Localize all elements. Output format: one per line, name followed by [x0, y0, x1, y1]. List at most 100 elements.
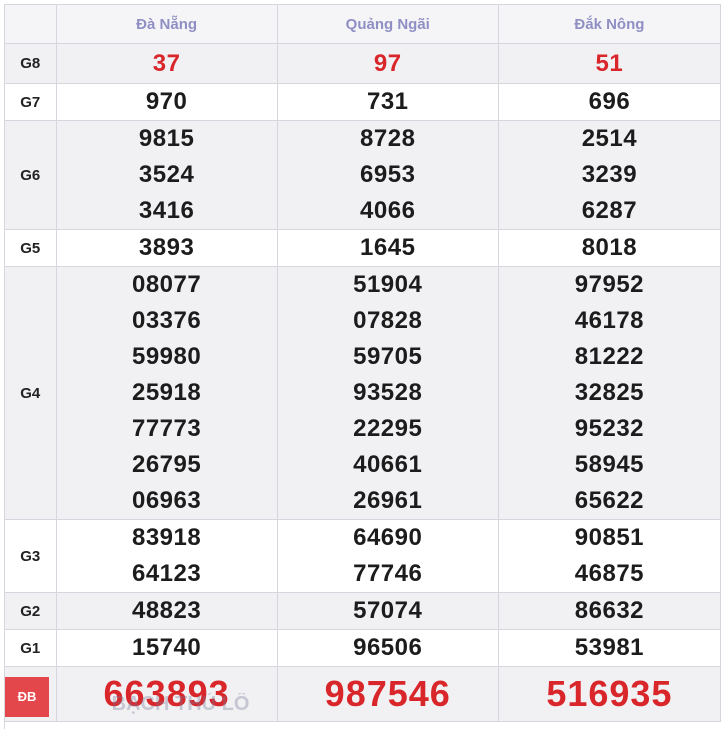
prize-number: 1645	[360, 234, 416, 261]
prize-number: 3893	[138, 234, 195, 261]
prize-row-g8: G8 37 97 51	[5, 43, 721, 84]
prize-number: 48823	[131, 597, 202, 624]
prize-number: 59980	[131, 343, 202, 370]
prize-cell: 57074	[277, 592, 499, 630]
special-prize-number: 663893	[103, 673, 230, 714]
prize-number: 3524	[138, 161, 195, 188]
prize-number: 15740	[131, 634, 202, 661]
results-table-container: Đà Nẵng Quảng Ngãi Đắk Nông G8 37 97 51 …	[4, 4, 721, 729]
prize-cell: 8728 6953 4066	[277, 120, 499, 230]
prize-cell: 08077 03376 59980 25918 77773 26795 0696…	[56, 266, 278, 520]
special-prize-number: 987546	[324, 673, 451, 714]
prize-row-g4: G4 08077 03376 59980 25918 77773 26795 0…	[5, 266, 721, 520]
prize-number: 9815	[138, 125, 195, 152]
prize-cell: 86632	[498, 592, 721, 630]
prize-number: 96506	[353, 634, 423, 661]
prize-label-g6: G6	[5, 120, 57, 230]
prize-cell: 83918 64123	[56, 519, 278, 593]
prize-number: 90851	[574, 524, 645, 551]
prize-number: 8018	[581, 234, 638, 261]
prize-number: 51904	[353, 271, 423, 298]
prize-number: 97952	[574, 271, 645, 298]
prize-label-g5: G5	[5, 229, 57, 267]
lottery-results-table: Đà Nẵng Quảng Ngãi Đắk Nông G8 37 97 51 …	[5, 5, 721, 722]
prize-number: 2514	[581, 125, 638, 152]
prize-number: 83918	[131, 524, 202, 551]
prize-label-g7: G7	[5, 83, 57, 121]
prize-cell: 53981	[498, 629, 721, 667]
prize-row-g5: G5 3893 1645 8018	[5, 229, 721, 267]
prize-row-g7: G7 970 731 696	[5, 83, 721, 121]
prize-number: 6287	[581, 197, 638, 224]
prize-label-g3: G3	[5, 519, 57, 593]
prize-row-g3: G3 83918 64123 64690 77746 90851 46875	[5, 519, 721, 593]
prize-cell: 2514 3239 6287	[498, 120, 721, 230]
prize-label-g4: G4	[5, 266, 57, 520]
prize-number: 22295	[353, 415, 423, 442]
prize-row-g6: G6 9815 3524 3416 8728 6953 4066 2514 32…	[5, 120, 721, 230]
prize-cell: 48823	[56, 592, 278, 630]
prize-cell: 696	[498, 83, 721, 121]
prize-cell: 64690 77746	[277, 519, 499, 593]
prize-cell: 97952 46178 81222 32825 95232 58945 6562…	[498, 266, 721, 520]
prize-row-g2: G2 48823 57074 86632	[5, 592, 721, 630]
prize-number: 3239	[581, 161, 638, 188]
prize-number: 25918	[131, 379, 202, 406]
prize-number: 81222	[574, 343, 645, 370]
prize-number: 696	[588, 88, 631, 115]
prize-cell: 9815 3524 3416	[56, 120, 278, 230]
prize-number: 97	[373, 50, 402, 77]
prize-number: 77773	[131, 415, 202, 442]
prize-number: 3416	[138, 197, 195, 224]
prize-number: 51	[595, 50, 624, 77]
prize-number: 40661	[353, 451, 423, 478]
prize-cell: 90851 46875	[498, 519, 721, 593]
prize-number: 57074	[353, 597, 423, 624]
province-header-quang-ngai[interactable]: Quảng Ngãi	[277, 5, 499, 44]
prize-cell: 8018	[498, 229, 721, 267]
prize-number: 77746	[353, 560, 423, 587]
prize-number: 59705	[353, 343, 423, 370]
prize-number: 95232	[574, 415, 645, 442]
prize-cell: 15740	[56, 629, 278, 667]
special-prize-number: 516935	[546, 673, 673, 714]
prize-number: 46178	[574, 307, 645, 334]
prize-number: 32825	[574, 379, 645, 406]
province-header-da-nang[interactable]: Đà Nẵng	[56, 5, 278, 44]
prize-label-g8: G8	[5, 43, 57, 84]
province-header-dak-nong[interactable]: Đắk Nông	[498, 5, 721, 44]
prize-number: 4066	[360, 197, 416, 224]
prize-number: 37	[152, 50, 181, 77]
prize-number: 64690	[353, 524, 423, 551]
prize-cell: 731	[277, 83, 499, 121]
prize-number: 53981	[574, 634, 645, 661]
prize-row-g1: G1 15740 96506 53981	[5, 629, 721, 667]
prize-number: 64123	[131, 560, 202, 587]
prize-row-special: ĐB 663893 BẠCH THỦ LÔ 987546 516935	[5, 666, 721, 722]
prize-number: 86632	[574, 597, 645, 624]
prize-number: 03376	[131, 307, 202, 334]
prize-cell: 96506	[277, 629, 499, 667]
prize-number: 8728	[360, 125, 416, 152]
prize-number: 58945	[574, 451, 645, 478]
prize-cell: 51904 07828 59705 93528 22295 40661 2696…	[277, 266, 499, 520]
prize-cell: 3893	[56, 229, 278, 267]
prize-cell: 1645	[277, 229, 499, 267]
prize-cell: 51	[498, 43, 721, 84]
prize-number: 46875	[574, 560, 645, 587]
prize-cell: 987546	[277, 666, 499, 722]
prize-number: 6953	[360, 161, 416, 188]
prize-cell: 37	[56, 43, 278, 84]
prize-number: 970	[145, 88, 188, 115]
prize-number: 731	[366, 88, 409, 115]
prize-cell: 970	[56, 83, 278, 121]
special-prize-badge: ĐB	[5, 677, 49, 717]
prize-cell: 516935	[498, 666, 721, 722]
prize-cell: 663893 BẠCH THỦ LÔ	[56, 666, 278, 722]
prize-number: 26961	[353, 487, 423, 514]
prize-number: 06963	[131, 487, 202, 514]
prize-label-g2: G2	[5, 592, 57, 630]
prize-cell: 97	[277, 43, 499, 84]
prize-number: 26795	[131, 451, 202, 478]
prize-number: 65622	[574, 487, 645, 514]
